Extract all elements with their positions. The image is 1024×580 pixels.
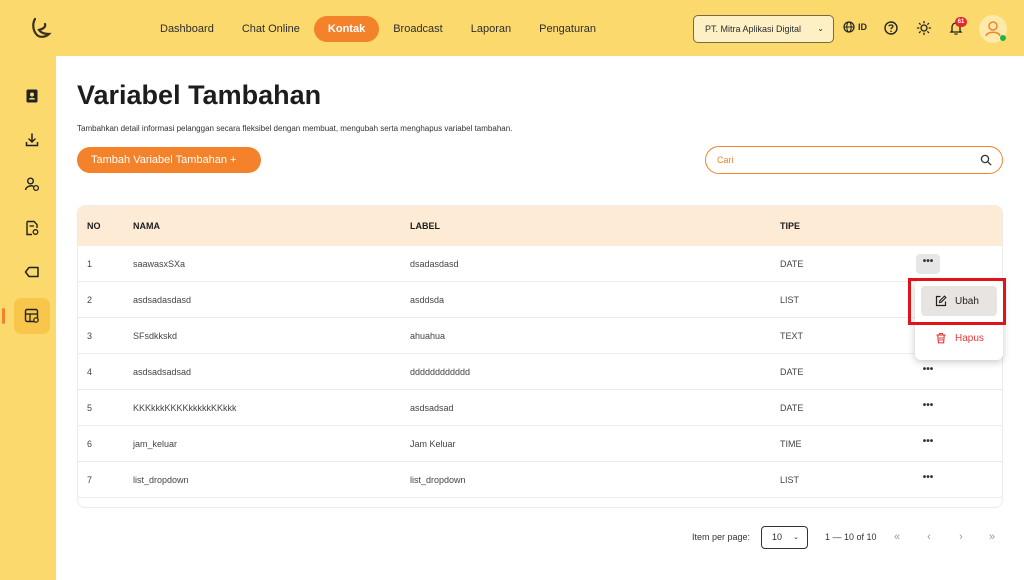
- cell-no: 1: [87, 259, 93, 269]
- table-row: 2 asdsadasdasd asddsda LIST: [78, 282, 1002, 318]
- sidebar-item-documents[interactable]: [14, 210, 50, 246]
- more-actions-button[interactable]: •••: [916, 362, 940, 382]
- user-settings-icon: [24, 177, 40, 192]
- search-box: [705, 146, 1003, 174]
- table-row: 3 SFsdkkskd ahuahua TEXT: [78, 318, 1002, 354]
- notification-badge: 61: [955, 17, 967, 27]
- nav-broadcast[interactable]: Broadcast: [379, 16, 457, 42]
- delete-menu-item[interactable]: Hapus: [921, 323, 997, 353]
- cell-tipe: LIST: [780, 475, 800, 485]
- table-settings-icon: [24, 308, 39, 323]
- header-tipe: TIPE: [780, 221, 801, 231]
- sidebar-item-labels[interactable]: [14, 254, 50, 290]
- sidebar-item-contacts[interactable]: [14, 78, 50, 114]
- pagination-range: 1 — 10 of 10: [825, 532, 877, 542]
- more-actions-button[interactable]: •••: [916, 398, 940, 418]
- per-page-select[interactable]: 10 ⌄: [761, 526, 808, 549]
- trash-icon: [936, 332, 946, 344]
- header-nama: NAMA: [133, 221, 160, 231]
- sidebar-item-import[interactable]: [14, 122, 50, 158]
- sidebar-item-user-settings[interactable]: [14, 166, 50, 202]
- sun-icon[interactable]: [916, 20, 932, 36]
- nav-kontak[interactable]: Kontak: [313, 16, 380, 42]
- company-name: PT. Mitra Aplikasi Digital: [705, 24, 802, 34]
- nav-dashboard[interactable]: Dashboard: [146, 16, 228, 42]
- prev-page-icon[interactable]: ‹: [922, 530, 936, 544]
- avatar[interactable]: [979, 15, 1007, 43]
- cell-no: 7: [87, 475, 93, 485]
- nav-laporan[interactable]: Laporan: [457, 16, 525, 42]
- table-row: 6 jam_keluar Jam Keluar TIME •••: [78, 426, 1002, 462]
- nav-pengaturan[interactable]: Pengaturan: [525, 16, 610, 42]
- cell-label: ahuahua: [410, 331, 446, 341]
- cell-nama: list_dropdown: [133, 475, 189, 485]
- cell-label: Jam Keluar: [410, 439, 456, 449]
- online-status-dot: [1000, 35, 1006, 41]
- search-input[interactable]: [717, 153, 977, 167]
- variables-table: NO NAMA LABEL TIPE 1 saawasxSXa dsadasda…: [77, 205, 1003, 508]
- cell-nama: KKKkkkKKKKkkkkkKKkkk: [133, 403, 237, 413]
- table-row: 1 saawasxSXa dsadasdasd DATE •••: [78, 246, 1002, 282]
- help-icon[interactable]: [883, 20, 899, 36]
- company-select[interactable]: PT. Mitra Aplikasi Digital ⌄: [693, 15, 834, 43]
- cell-no: 6: [87, 439, 93, 449]
- cell-tipe: LIST: [780, 295, 800, 305]
- cell-no: 4: [87, 367, 93, 377]
- cell-tipe: DATE: [780, 403, 804, 413]
- cell-nama: asdsadsadsad: [133, 367, 192, 377]
- table-header: NO NAMA LABEL TIPE: [78, 206, 1002, 246]
- cell-no: 3: [87, 331, 93, 341]
- download-icon: [25, 133, 39, 147]
- delete-label: Hapus: [955, 332, 984, 344]
- search-icon[interactable]: [980, 154, 992, 166]
- cell-nama: saawasxSXa: [133, 259, 186, 269]
- chevron-down-icon: ⌄: [817, 24, 824, 33]
- cell-label: list_dropdown: [410, 475, 466, 485]
- app-logo-icon[interactable]: [29, 16, 53, 40]
- table-row: 5 KKKkkkKKKKkkkkkKKkkk asdsadsad DATE ••…: [78, 390, 1002, 426]
- chevron-down-icon: ⌄: [793, 534, 799, 541]
- table-row: 7 list_dropdown list_dropdown LIST •••: [78, 462, 1002, 498]
- sidebar-item-table-settings[interactable]: [14, 298, 50, 334]
- add-variable-button[interactable]: Tambah Variabel Tambahan +: [77, 147, 261, 173]
- cell-tipe: DATE: [780, 259, 804, 269]
- nav-chat-online[interactable]: Chat Online: [228, 16, 314, 42]
- language-switcher[interactable]: ID: [843, 21, 867, 33]
- header-label: LABEL: [410, 221, 440, 231]
- cell-label: asddsda: [410, 295, 445, 305]
- cell-no: 5: [87, 403, 93, 413]
- language-code: ID: [858, 22, 867, 32]
- per-page-value: 10: [772, 532, 783, 542]
- cell-nama: asdsadasdasd: [133, 295, 192, 305]
- document-settings-icon: [26, 220, 39, 236]
- highlight-box: [908, 278, 1006, 325]
- cell-label: asdsadsad: [410, 403, 454, 413]
- per-page-label: Item per page:: [692, 532, 751, 542]
- sidebar: [0, 56, 56, 580]
- cell-tipe: DATE: [780, 367, 804, 377]
- more-actions-button[interactable]: •••: [916, 470, 940, 490]
- first-page-icon[interactable]: «: [890, 530, 904, 544]
- header-no: NO: [87, 221, 101, 231]
- page-title: Variabel Tambahan: [77, 80, 322, 110]
- cell-nama: SFsdkkskd: [133, 331, 178, 341]
- top-bar: Dashboard Chat Online Kontak Broadcast L…: [0, 0, 1024, 56]
- globe-icon: [843, 21, 855, 33]
- cell-no: 2: [87, 295, 93, 305]
- label-tag-icon: [24, 266, 39, 278]
- cell-tipe: TIME: [780, 439, 802, 449]
- cell-label: dddddddddddd: [410, 367, 471, 377]
- cell-nama: jam_keluar: [133, 439, 178, 449]
- contact-book-icon: [26, 89, 38, 103]
- cell-tipe: TEXT: [780, 331, 804, 341]
- more-actions-button[interactable]: •••: [916, 434, 940, 454]
- active-indicator: [2, 308, 5, 324]
- page-subtitle: Tambahkan detail informasi pelanggan sec…: [77, 124, 513, 133]
- table-row: 4 asdsadsadsad dddddddddddd DATE •••: [78, 354, 1002, 390]
- next-page-icon[interactable]: ›: [954, 530, 968, 544]
- main-nav: Dashboard Chat Online Kontak Broadcast L…: [146, 16, 610, 42]
- more-actions-button[interactable]: •••: [916, 254, 940, 274]
- last-page-icon[interactable]: »: [985, 530, 999, 544]
- cell-label: dsadasdasd: [410, 259, 459, 269]
